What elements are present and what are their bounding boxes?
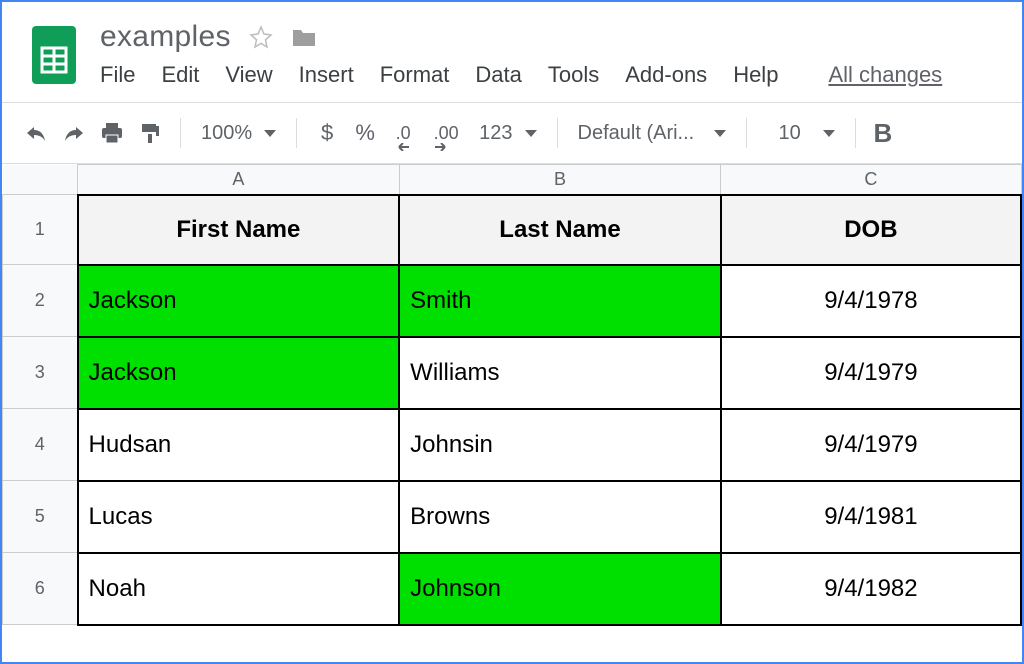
all-changes-link[interactable]: All changes — [828, 62, 942, 88]
increase-decimal-label: .00 — [434, 123, 459, 144]
more-formats-button[interactable]: 123 — [473, 122, 542, 145]
menu-tools[interactable]: Tools — [548, 62, 599, 88]
menu-insert[interactable]: Insert — [299, 62, 354, 88]
zoom-select[interactable]: 100% — [195, 122, 282, 145]
chevron-down-icon — [264, 130, 276, 137]
more-formats-label: 123 — [479, 122, 512, 145]
toolbar-separator — [180, 118, 181, 148]
sheets-logo-icon — [30, 24, 78, 86]
toolbar-separator — [746, 118, 747, 148]
chevron-down-icon — [525, 130, 537, 137]
spreadsheet-grid: A B C 1 First Name Last Name DOB 2 Jacks… — [2, 164, 1022, 626]
row-header[interactable]: 4 — [3, 409, 78, 481]
toolbar: 100% $ % .0 .00 123 Default (Ari... 10 B — [2, 102, 1022, 163]
cell[interactable]: Hudsan — [78, 409, 400, 481]
undo-icon[interactable] — [20, 117, 52, 149]
chevron-down-icon — [823, 130, 835, 137]
chevron-down-icon — [714, 130, 726, 137]
cell[interactable]: 9/4/1981 — [721, 481, 1021, 553]
font-size-value: 10 — [779, 122, 801, 145]
cell[interactable]: Lucas — [78, 481, 400, 553]
cell[interactable]: 9/4/1979 — [721, 337, 1021, 409]
menu-edit[interactable]: Edit — [161, 62, 199, 88]
cell[interactable]: Johnsin — [399, 409, 721, 481]
toolbar-separator — [855, 118, 856, 148]
cell[interactable]: 9/4/1982 — [721, 553, 1021, 625]
cell[interactable]: Last Name — [399, 195, 721, 265]
row-header[interactable]: 3 — [3, 337, 78, 409]
cell[interactable]: Browns — [399, 481, 721, 553]
cell[interactable]: Noah — [78, 553, 400, 625]
zoom-value: 100% — [201, 122, 252, 145]
column-header[interactable]: C — [721, 165, 1021, 195]
bold-button[interactable]: B — [870, 118, 897, 149]
font-size-select[interactable]: 10 — [761, 122, 841, 145]
menu-bar: File Edit View Insert Format Data Tools … — [100, 62, 1012, 88]
font-select[interactable]: Default (Ari... — [572, 122, 732, 145]
row-header[interactable]: 2 — [3, 265, 78, 337]
menu-format[interactable]: Format — [380, 62, 450, 88]
print-icon[interactable] — [96, 117, 128, 149]
cell[interactable]: First Name — [78, 195, 400, 265]
menu-addons[interactable]: Add-ons — [625, 62, 707, 88]
cell[interactable]: Williams — [399, 337, 721, 409]
format-currency-button[interactable]: $ — [311, 117, 343, 149]
menu-file[interactable]: File — [100, 62, 135, 88]
column-header[interactable]: A — [78, 165, 400, 195]
column-header[interactable]: B — [399, 165, 721, 195]
increase-decimal-button[interactable]: .00 — [425, 117, 467, 149]
row-header[interactable]: 5 — [3, 481, 78, 553]
cell[interactable]: Jackson — [78, 337, 400, 409]
document-title[interactable]: examples — [100, 20, 231, 54]
toolbar-separator — [296, 118, 297, 148]
cell[interactable]: Jackson — [78, 265, 400, 337]
toolbar-separator — [557, 118, 558, 148]
menu-view[interactable]: View — [225, 62, 272, 88]
decrease-decimal-button[interactable]: .0 — [387, 117, 419, 149]
redo-icon[interactable] — [58, 117, 90, 149]
decrease-decimal-label: .0 — [396, 123, 411, 144]
select-all-corner[interactable] — [3, 165, 78, 195]
cell[interactable]: Johnson — [399, 553, 721, 625]
cell[interactable]: DOB — [721, 195, 1021, 265]
star-icon[interactable] — [249, 25, 273, 49]
row-header[interactable]: 1 — [3, 195, 78, 265]
folder-icon[interactable] — [291, 26, 317, 48]
menu-data[interactable]: Data — [475, 62, 521, 88]
font-value: Default (Ari... — [578, 122, 695, 145]
row-header[interactable]: 6 — [3, 553, 78, 625]
menu-help[interactable]: Help — [733, 62, 778, 88]
format-percent-button[interactable]: % — [349, 117, 381, 149]
cell[interactable]: 9/4/1979 — [721, 409, 1021, 481]
cell[interactable]: Smith — [399, 265, 721, 337]
cell[interactable]: 9/4/1978 — [721, 265, 1021, 337]
paint-format-icon[interactable] — [134, 117, 166, 149]
